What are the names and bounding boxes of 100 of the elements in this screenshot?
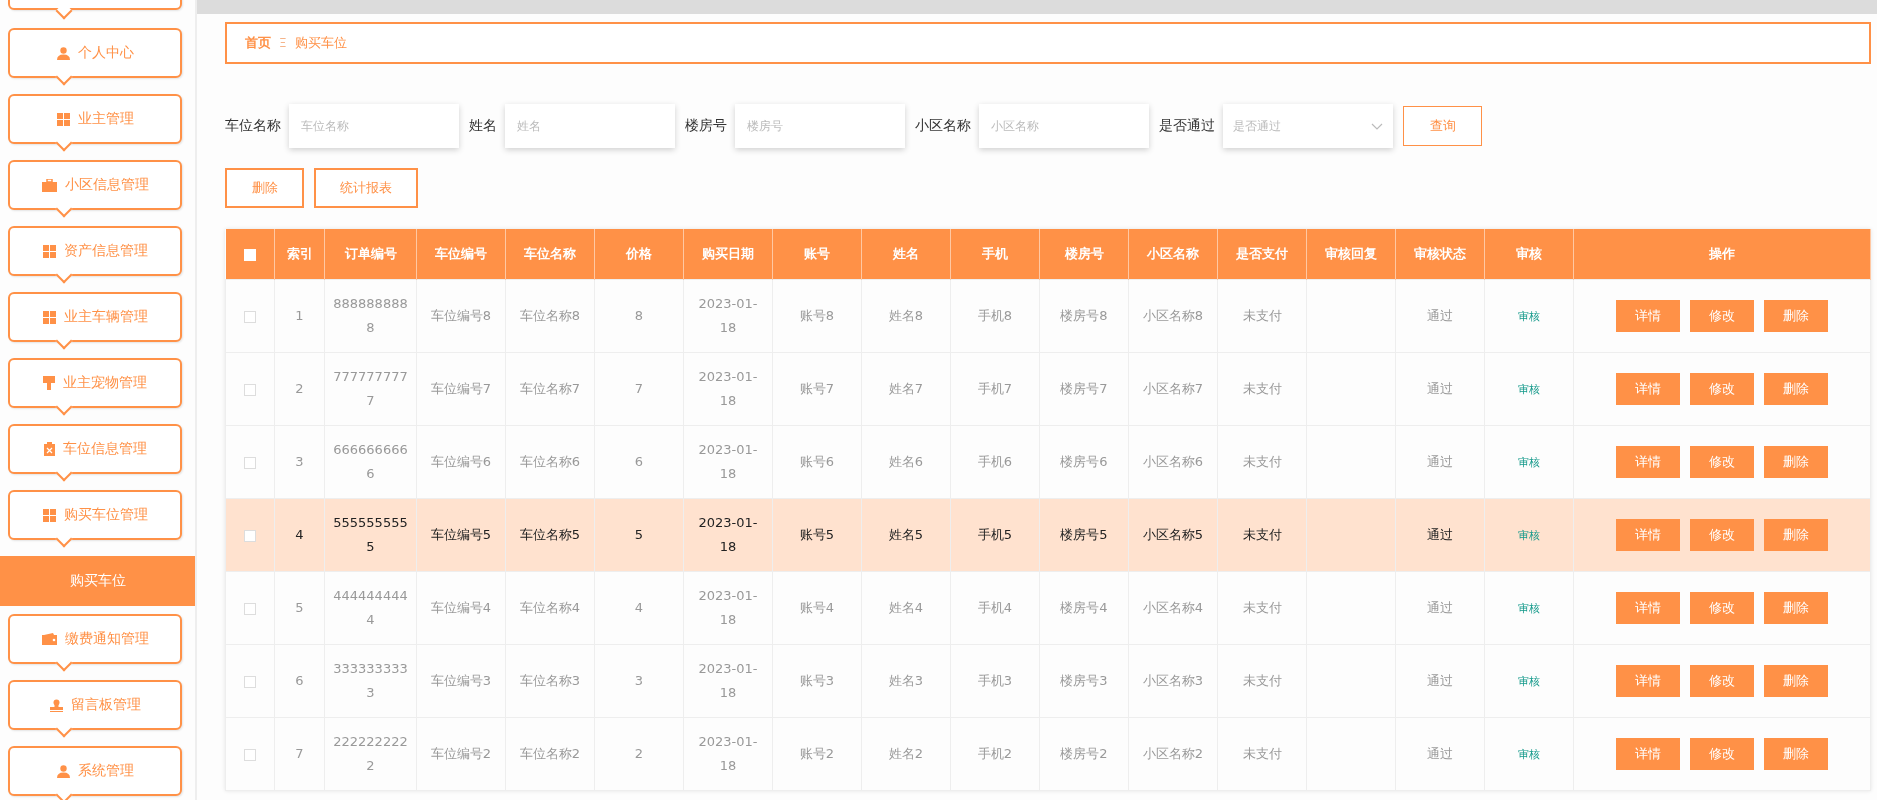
table-cell: 车位名称8 (505, 279, 595, 353)
select-field[interactable]: 是否通过 (1223, 104, 1393, 148)
sidebar-item[interactable]: 留言板管理 (8, 680, 182, 738)
grid-icon (42, 244, 56, 258)
audit-link[interactable]: 审核 (1518, 455, 1540, 469)
breadcrumb-link[interactable]: 购买车位 (294, 34, 347, 52)
row-action-button[interactable]: 详情 (1616, 665, 1680, 697)
table-cell: 通过 (1395, 425, 1485, 499)
input-field[interactable]: 楼房号 (735, 104, 905, 148)
row-action-button[interactable]: 删除 (1764, 446, 1828, 478)
table-cell: 3 (594, 644, 684, 718)
input-field[interactable]: 小区名称 (979, 104, 1149, 148)
table-cell: 车位名称7 (505, 352, 595, 426)
column-header: 姓名 (861, 229, 951, 280)
sidebar-item-label: 资产信息管理 (63, 242, 148, 260)
sidebar-item[interactable]: 车位信息管理 (8, 424, 182, 482)
row-action-button[interactable]: 删除 (1764, 738, 1828, 770)
table-cell: 2023-01-18 (683, 717, 773, 791)
row-action-button[interactable]: 删除 (1764, 519, 1828, 551)
breadcrumb-link[interactable]: 首页 (245, 34, 271, 52)
audit-link[interactable]: 审核 (1518, 674, 1540, 688)
sidebar-item[interactable]: 业主管理 (8, 94, 182, 152)
row-action-button[interactable]: 删除 (1764, 665, 1828, 697)
table-cell: 1 (274, 279, 325, 353)
chevron-down-icon (1371, 122, 1383, 130)
table-cell: 楼房号2 (1039, 717, 1129, 791)
row-action-button[interactable]: 删除 (1764, 300, 1828, 332)
row-action-button[interactable]: 删除 (1764, 592, 1828, 624)
row-action-button[interactable]: 详情 (1616, 446, 1680, 478)
table-cell: 姓名6 (861, 425, 951, 499)
row-action-button[interactable]: 详情 (1616, 592, 1680, 624)
table-cell: 车位编号6 (416, 425, 506, 499)
sidebar-item[interactable]: 业主车辆管理 (8, 292, 182, 350)
table-cell: 账号6 (772, 425, 862, 499)
table-cell: 6 (274, 644, 325, 718)
row-checkbox[interactable] (244, 383, 256, 396)
audit-link[interactable]: 审核 (1518, 382, 1540, 396)
filter-label: 车位名称 (225, 117, 281, 135)
row-checkbox[interactable] (244, 602, 256, 615)
column-header: 车位编号 (416, 229, 506, 280)
row-action-button[interactable]: 删除 (1764, 373, 1828, 405)
sidebar-item[interactable]: 缴费通知管理 (8, 614, 182, 672)
row-checkbox[interactable] (244, 675, 256, 688)
table-cell: 8888888888 (324, 279, 417, 353)
row-action-button[interactable]: 修改 (1690, 665, 1754, 697)
row-action-button[interactable]: 修改 (1690, 300, 1754, 332)
table-cell: 6666666666 (324, 425, 417, 499)
input-field[interactable]: 姓名 (505, 104, 675, 148)
column-header: 价格 (594, 229, 684, 280)
audit-link[interactable]: 审核 (1518, 601, 1540, 615)
sidebar-item[interactable]: 小区信息管理 (8, 160, 182, 218)
column-header: 购买日期 (683, 229, 773, 280)
row-action-button[interactable]: 修改 (1690, 446, 1754, 478)
row-action-button[interactable]: 详情 (1616, 373, 1680, 405)
table-cell: 小区名称8 (1128, 279, 1218, 353)
row-action-button[interactable]: 详情 (1616, 519, 1680, 551)
search-button[interactable]: 查询 (1403, 106, 1482, 146)
audit-link[interactable]: 审核 (1518, 528, 1540, 542)
row-checkbox[interactable] (244, 310, 256, 323)
table-cell: 4 (274, 498, 325, 572)
table-cell: 7 (594, 352, 684, 426)
sidebar-item[interactable]: 系统管理 (8, 746, 182, 800)
sidebar-item[interactable]: 购买车位管理 (8, 490, 182, 548)
select-all-checkbox[interactable] (243, 249, 256, 261)
row-action-button[interactable]: 修改 (1690, 373, 1754, 405)
table-cell: 未支付 (1217, 571, 1307, 645)
audit-link[interactable]: 审核 (1518, 309, 1540, 323)
table-cell: 未支付 (1217, 352, 1307, 426)
row-action-button[interactable]: 详情 (1616, 300, 1680, 332)
table-cell: 车位名称2 (505, 717, 595, 791)
action-button[interactable]: 删除 (225, 168, 304, 208)
table-cell: 未支付 (1217, 717, 1307, 791)
table-cell: 车位名称4 (505, 571, 595, 645)
table-cell: 姓名3 (861, 644, 951, 718)
column-header: 索引 (274, 229, 325, 280)
row-checkbox[interactable] (244, 456, 256, 469)
table-cell: 小区名称7 (1128, 352, 1218, 426)
row-checkbox[interactable] (244, 748, 256, 761)
sidebar-item-label: 个人中心 (77, 44, 134, 62)
sidebar-item[interactable]: 业主宠物管理 (8, 358, 182, 416)
input-field[interactable]: 车位名称 (289, 104, 459, 148)
table-cell: 账号3 (772, 644, 862, 718)
row-checkbox[interactable] (244, 529, 256, 542)
sidebar-item-label: 业主管理 (77, 110, 134, 128)
row-action-button[interactable]: 修改 (1690, 592, 1754, 624)
table-cell: 账号5 (772, 498, 862, 572)
table-cell: 2023-01-18 (683, 644, 773, 718)
action-button[interactable]: 统计报表 (314, 168, 418, 208)
sidebar-subitem[interactable]: 购买车位 (0, 556, 195, 606)
table-cell: 6 (594, 425, 684, 499)
briefcase-icon (41, 178, 57, 192)
sidebar-item[interactable]: 资产信息管理 (8, 226, 182, 284)
row-action-button[interactable]: 修改 (1690, 738, 1754, 770)
table-cell: 车位名称5 (505, 498, 595, 572)
sidebar-item[interactable]: 个人中心 (8, 28, 182, 86)
audit-link[interactable]: 审核 (1518, 747, 1540, 761)
table-cell: 姓名5 (861, 498, 951, 572)
row-action-button[interactable]: 详情 (1616, 738, 1680, 770)
table-cell: 车位编号7 (416, 352, 506, 426)
row-action-button[interactable]: 修改 (1690, 519, 1754, 551)
